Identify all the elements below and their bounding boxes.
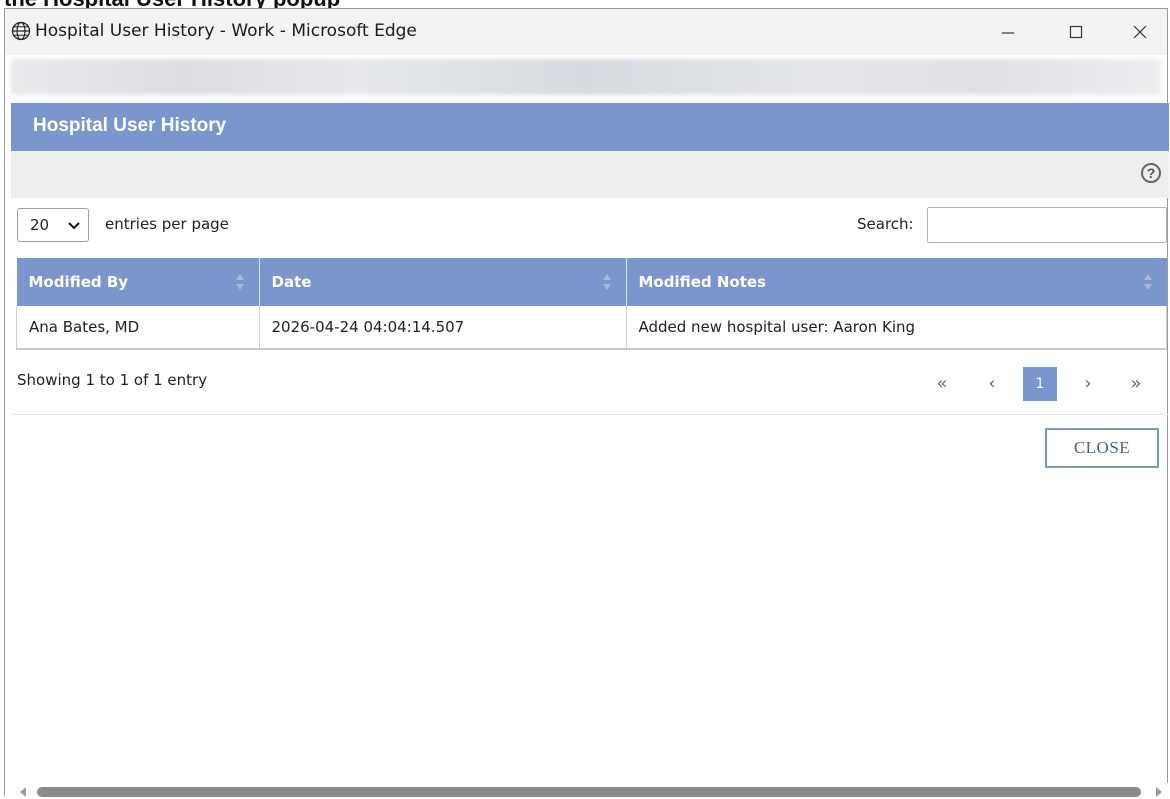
- title-bar: Hospital User History - Work - Microsoft…: [5, 9, 1167, 55]
- maximize-icon: [1069, 25, 1083, 39]
- column-label: Modified By: [28, 273, 129, 291]
- horizontal-scrollbar[interactable]: [5, 783, 1169, 799]
- footer-divider: [11, 414, 1169, 415]
- close-window-button[interactable]: [1117, 9, 1163, 55]
- address-bar-blurred: [11, 59, 1161, 95]
- first-page-button[interactable]: «: [925, 367, 959, 401]
- chevron-down-icon: [68, 222, 80, 230]
- dialog-header: Hospital User History: [11, 103, 1169, 151]
- sort-icon: [235, 274, 244, 290]
- top-caption-fragment: the Hospital User History popup: [0, 0, 1170, 8]
- search-input[interactable]: [927, 207, 1167, 243]
- column-label: Modified Notes: [638, 273, 767, 291]
- history-table: Modified By Date Modified Notes Ana Bate…: [16, 258, 1167, 350]
- minimize-icon: [1002, 32, 1014, 34]
- column-label: Date: [271, 273, 312, 291]
- window-title: Hospital User History - Work - Microsoft…: [35, 21, 417, 41]
- close-button[interactable]: CLOSE: [1045, 428, 1159, 468]
- last-page-button[interactable]: »: [1119, 367, 1153, 401]
- cell-date: 2026-04-24 04:04:14.507: [259, 306, 627, 350]
- entries-per-page-select[interactable]: 20: [17, 208, 89, 242]
- browser-window: Hospital User History - Work - Microsoft…: [4, 8, 1169, 799]
- sort-icon: [1143, 274, 1152, 290]
- sort-icon: [602, 274, 611, 290]
- help-bar: ?: [11, 151, 1169, 198]
- showing-info: Showing 1 to 1 of 1 entry: [17, 371, 208, 389]
- minimize-button[interactable]: [985, 9, 1031, 55]
- page-size-value: 20: [30, 216, 50, 234]
- entries-label: entries per page: [105, 215, 229, 233]
- search-label: Search:: [857, 215, 914, 233]
- cell-modified-notes: Added new hospital user: Aaron King: [626, 306, 1167, 350]
- column-header-date[interactable]: Date: [259, 258, 627, 306]
- previous-page-button[interactable]: ‹: [975, 367, 1009, 401]
- column-header-modified-by[interactable]: Modified By: [16, 258, 260, 306]
- column-header-modified-notes[interactable]: Modified Notes: [626, 258, 1167, 306]
- top-caption: the Hospital User History popup: [4, 0, 340, 8]
- maximize-button[interactable]: [1053, 9, 1099, 55]
- help-icon[interactable]: ?: [1141, 163, 1161, 183]
- table-header-row: Modified By Date Modified Notes: [16, 258, 1167, 306]
- dialog-title: Hospital User History: [33, 115, 227, 136]
- current-page-button[interactable]: 1: [1023, 367, 1057, 401]
- cell-modified-by: Ana Bates, MD: [16, 306, 260, 350]
- table-row: Ana Bates, MD 2026-04-24 04:04:14.507 Ad…: [16, 306, 1167, 350]
- globe-icon: [11, 21, 31, 41]
- close-icon: [1133, 25, 1147, 39]
- next-page-button[interactable]: ›: [1071, 367, 1105, 401]
